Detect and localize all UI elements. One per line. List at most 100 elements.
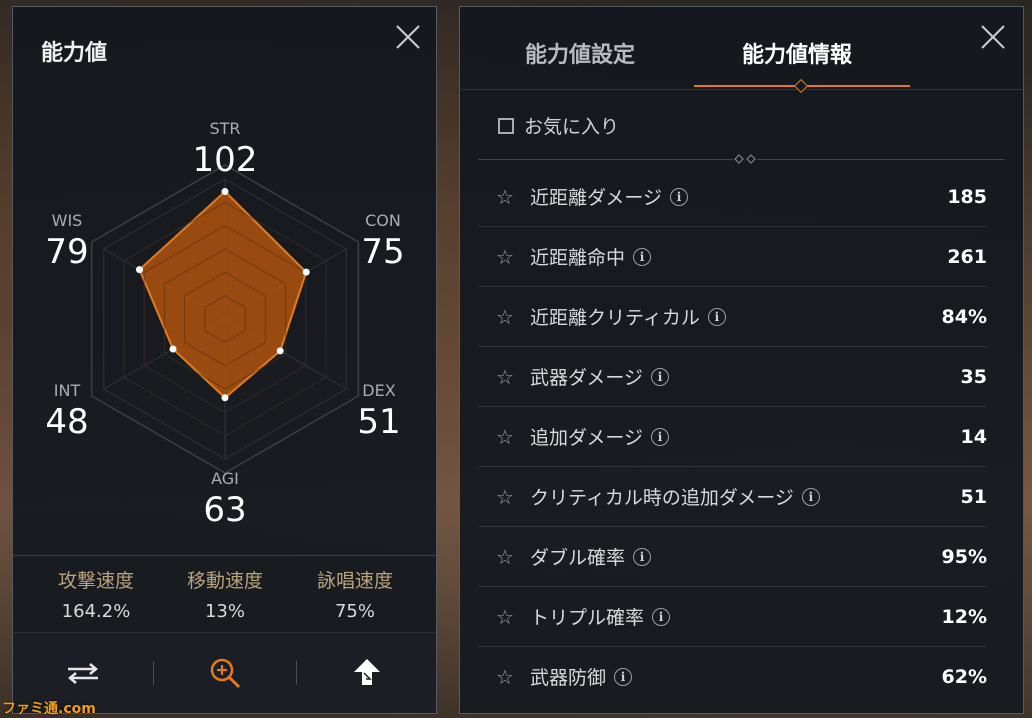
stats-panel: 能力値 STR 102 CON 75 DEX 51 AGI 63 INT 48 … — [12, 6, 437, 714]
close-icon — [981, 25, 1005, 49]
stat-label-int: INT — [53, 381, 81, 400]
info-icon[interactable]: i — [801, 487, 820, 506]
speed-move: 移動速度 13% — [160, 566, 290, 622]
stat-row-value: 95% — [941, 545, 987, 568]
info-icon[interactable]: i — [651, 367, 670, 386]
stat-label-agi: AGI — [211, 469, 239, 488]
zoom-button[interactable] — [205, 653, 245, 693]
speed-value: 13% — [204, 601, 245, 622]
stat-row-value: 185 — [947, 185, 987, 208]
stat-row: ☆ 追加ダメージ i 14 — [478, 407, 987, 467]
info-icon[interactable]: i — [614, 667, 633, 686]
stat-row: ☆ 近距離ダメージ i 185 — [478, 167, 987, 227]
radar-chart: STR 102 CON 75 DEX 51 AGI 63 INT 48 WIS … — [13, 93, 436, 543]
stat-value-wis: 79 — [45, 232, 89, 272]
stat-value-dex: 51 — [357, 402, 401, 442]
favorite-star-icon[interactable]: ☆ — [496, 245, 522, 269]
stat-value-con: 75 — [361, 232, 405, 272]
favorite-star-icon[interactable]: ☆ — [496, 425, 522, 449]
stat-row: ☆ クリティカル時の追加ダメージ i 51 — [478, 467, 987, 527]
stat-row-value: 14 — [960, 425, 987, 448]
zoom-in-icon — [210, 658, 241, 689]
speed-label: 移動速度 — [186, 570, 263, 592]
tab-stat-info[interactable]: 能力値情報 — [742, 37, 852, 69]
stat-label-con: CON — [365, 211, 401, 230]
active-tab-diamond — [793, 78, 809, 94]
close-icon — [396, 25, 420, 49]
stats-panel-header: 能力値 — [13, 7, 436, 91]
info-icon[interactable]: i — [651, 427, 670, 446]
stat-row-label: ダブル確率 — [530, 547, 626, 569]
favorites-filter[interactable]: お気に入り — [498, 112, 619, 139]
stat-row-value: 62% — [941, 665, 987, 688]
stat-row-label: トリプル確率 — [530, 607, 645, 629]
speed-attack: 攻撃速度 164.2% — [31, 566, 161, 622]
stat-row: ☆ 近距離クリティカル i 84% — [478, 287, 987, 347]
info-icon[interactable]: i — [633, 547, 652, 566]
favorites-checkbox[interactable] — [498, 117, 514, 134]
speed-stats: 攻撃速度 164.2% 移動速度 13% 詠唱速度 75% — [13, 555, 436, 626]
close-button[interactable] — [394, 23, 422, 51]
stat-value-agi: 63 — [203, 490, 247, 530]
stat-row-label: 近距離クリティカル — [530, 307, 700, 329]
favorite-star-icon[interactable]: ☆ — [496, 545, 522, 569]
speed-value: 75% — [334, 601, 375, 622]
stat-row: ☆ トリプル確率 i 12% — [478, 587, 987, 647]
swap-button[interactable] — [63, 653, 103, 693]
stat-row-label: 武器防御 — [530, 667, 607, 689]
favorite-star-icon[interactable]: ☆ — [496, 605, 522, 629]
favorite-star-icon[interactable]: ☆ — [496, 665, 522, 689]
radar-point-con — [302, 268, 310, 276]
info-icon[interactable]: i — [670, 187, 689, 206]
stat-info-list: ☆ 近距離ダメージ i 185 ☆ 近距離命中 i 261 ☆ 近距離クリティカル i 84% ☆ 武器ダ… — [478, 167, 987, 706]
stat-row-label: 近距離命中 — [530, 247, 626, 269]
stat-row: ☆ 武器防御 i 62% — [478, 647, 987, 706]
divider-ornament-icon — [733, 153, 757, 165]
stats-info-panel: 能力値設定 能力値情報 お気に入り ☆ 近距離ダメージ i 185 ☆ 近距離命中 i 261… — [459, 6, 1024, 714]
stat-row-value: 35 — [960, 365, 987, 388]
stat-row: ☆ 武器ダメージ i 35 — [478, 347, 987, 407]
stat-value-str: 102 — [192, 140, 258, 180]
stat-row: ☆ ダブル確率 i 95% — [478, 527, 987, 587]
favorite-star-icon[interactable]: ☆ — [496, 485, 522, 509]
stat-row-label: クリティカル時の追加ダメージ — [530, 487, 794, 509]
info-icon[interactable]: i — [652, 607, 671, 626]
stat-row-value: 261 — [947, 245, 987, 268]
stat-row: ☆ 近距離命中 i 261 — [478, 227, 987, 287]
stat-row-label: 追加ダメージ — [530, 427, 644, 449]
stat-row-label: 近距離ダメージ — [530, 187, 663, 209]
radar-point-dex — [276, 347, 284, 355]
favorite-star-icon[interactable]: ☆ — [496, 305, 522, 329]
stat-row-label: 武器ダメージ — [530, 367, 644, 389]
close-button[interactable] — [979, 23, 1007, 51]
info-icon[interactable]: i — [633, 247, 652, 266]
footer-divider — [153, 661, 154, 685]
favorite-star-icon[interactable]: ☆ — [496, 185, 522, 209]
tab-stat-settings[interactable]: 能力値設定 — [525, 37, 635, 69]
radar-point-wis — [135, 266, 143, 274]
stat-label-str: STR — [209, 119, 241, 138]
speed-value: 164.2% — [61, 601, 131, 622]
watermark-logo: ファミ通.com — [2, 701, 96, 717]
speed-label: 詠唱速度 — [316, 570, 393, 592]
radar-point-agi — [221, 394, 229, 402]
speed-cast: 詠唱速度 75% — [290, 566, 420, 622]
stat-row-value: 84% — [941, 305, 987, 328]
favorite-star-icon[interactable]: ☆ — [496, 365, 522, 389]
tab-bar: 能力値設定 能力値情報 — [460, 7, 1023, 94]
level-up-arrow-icon — [354, 659, 380, 685]
favorites-label: お気に入り — [524, 116, 620, 138]
stat-row-value: 12% — [941, 605, 987, 628]
footer-divider — [296, 661, 297, 685]
info-icon[interactable]: i — [707, 307, 726, 326]
swap-icon — [68, 663, 98, 684]
stat-value-int: 48 — [45, 402, 89, 442]
stat-label-wis: WIS — [51, 211, 83, 230]
level-up-button[interactable] — [347, 653, 387, 693]
stat-row-value: 51 — [960, 485, 987, 508]
stat-label-dex: DEX — [362, 381, 396, 400]
speed-label: 攻撃速度 — [57, 570, 134, 592]
radar-point-str — [221, 188, 229, 195]
radar-point-int — [169, 345, 177, 353]
panel-title: 能力値 — [41, 41, 108, 66]
